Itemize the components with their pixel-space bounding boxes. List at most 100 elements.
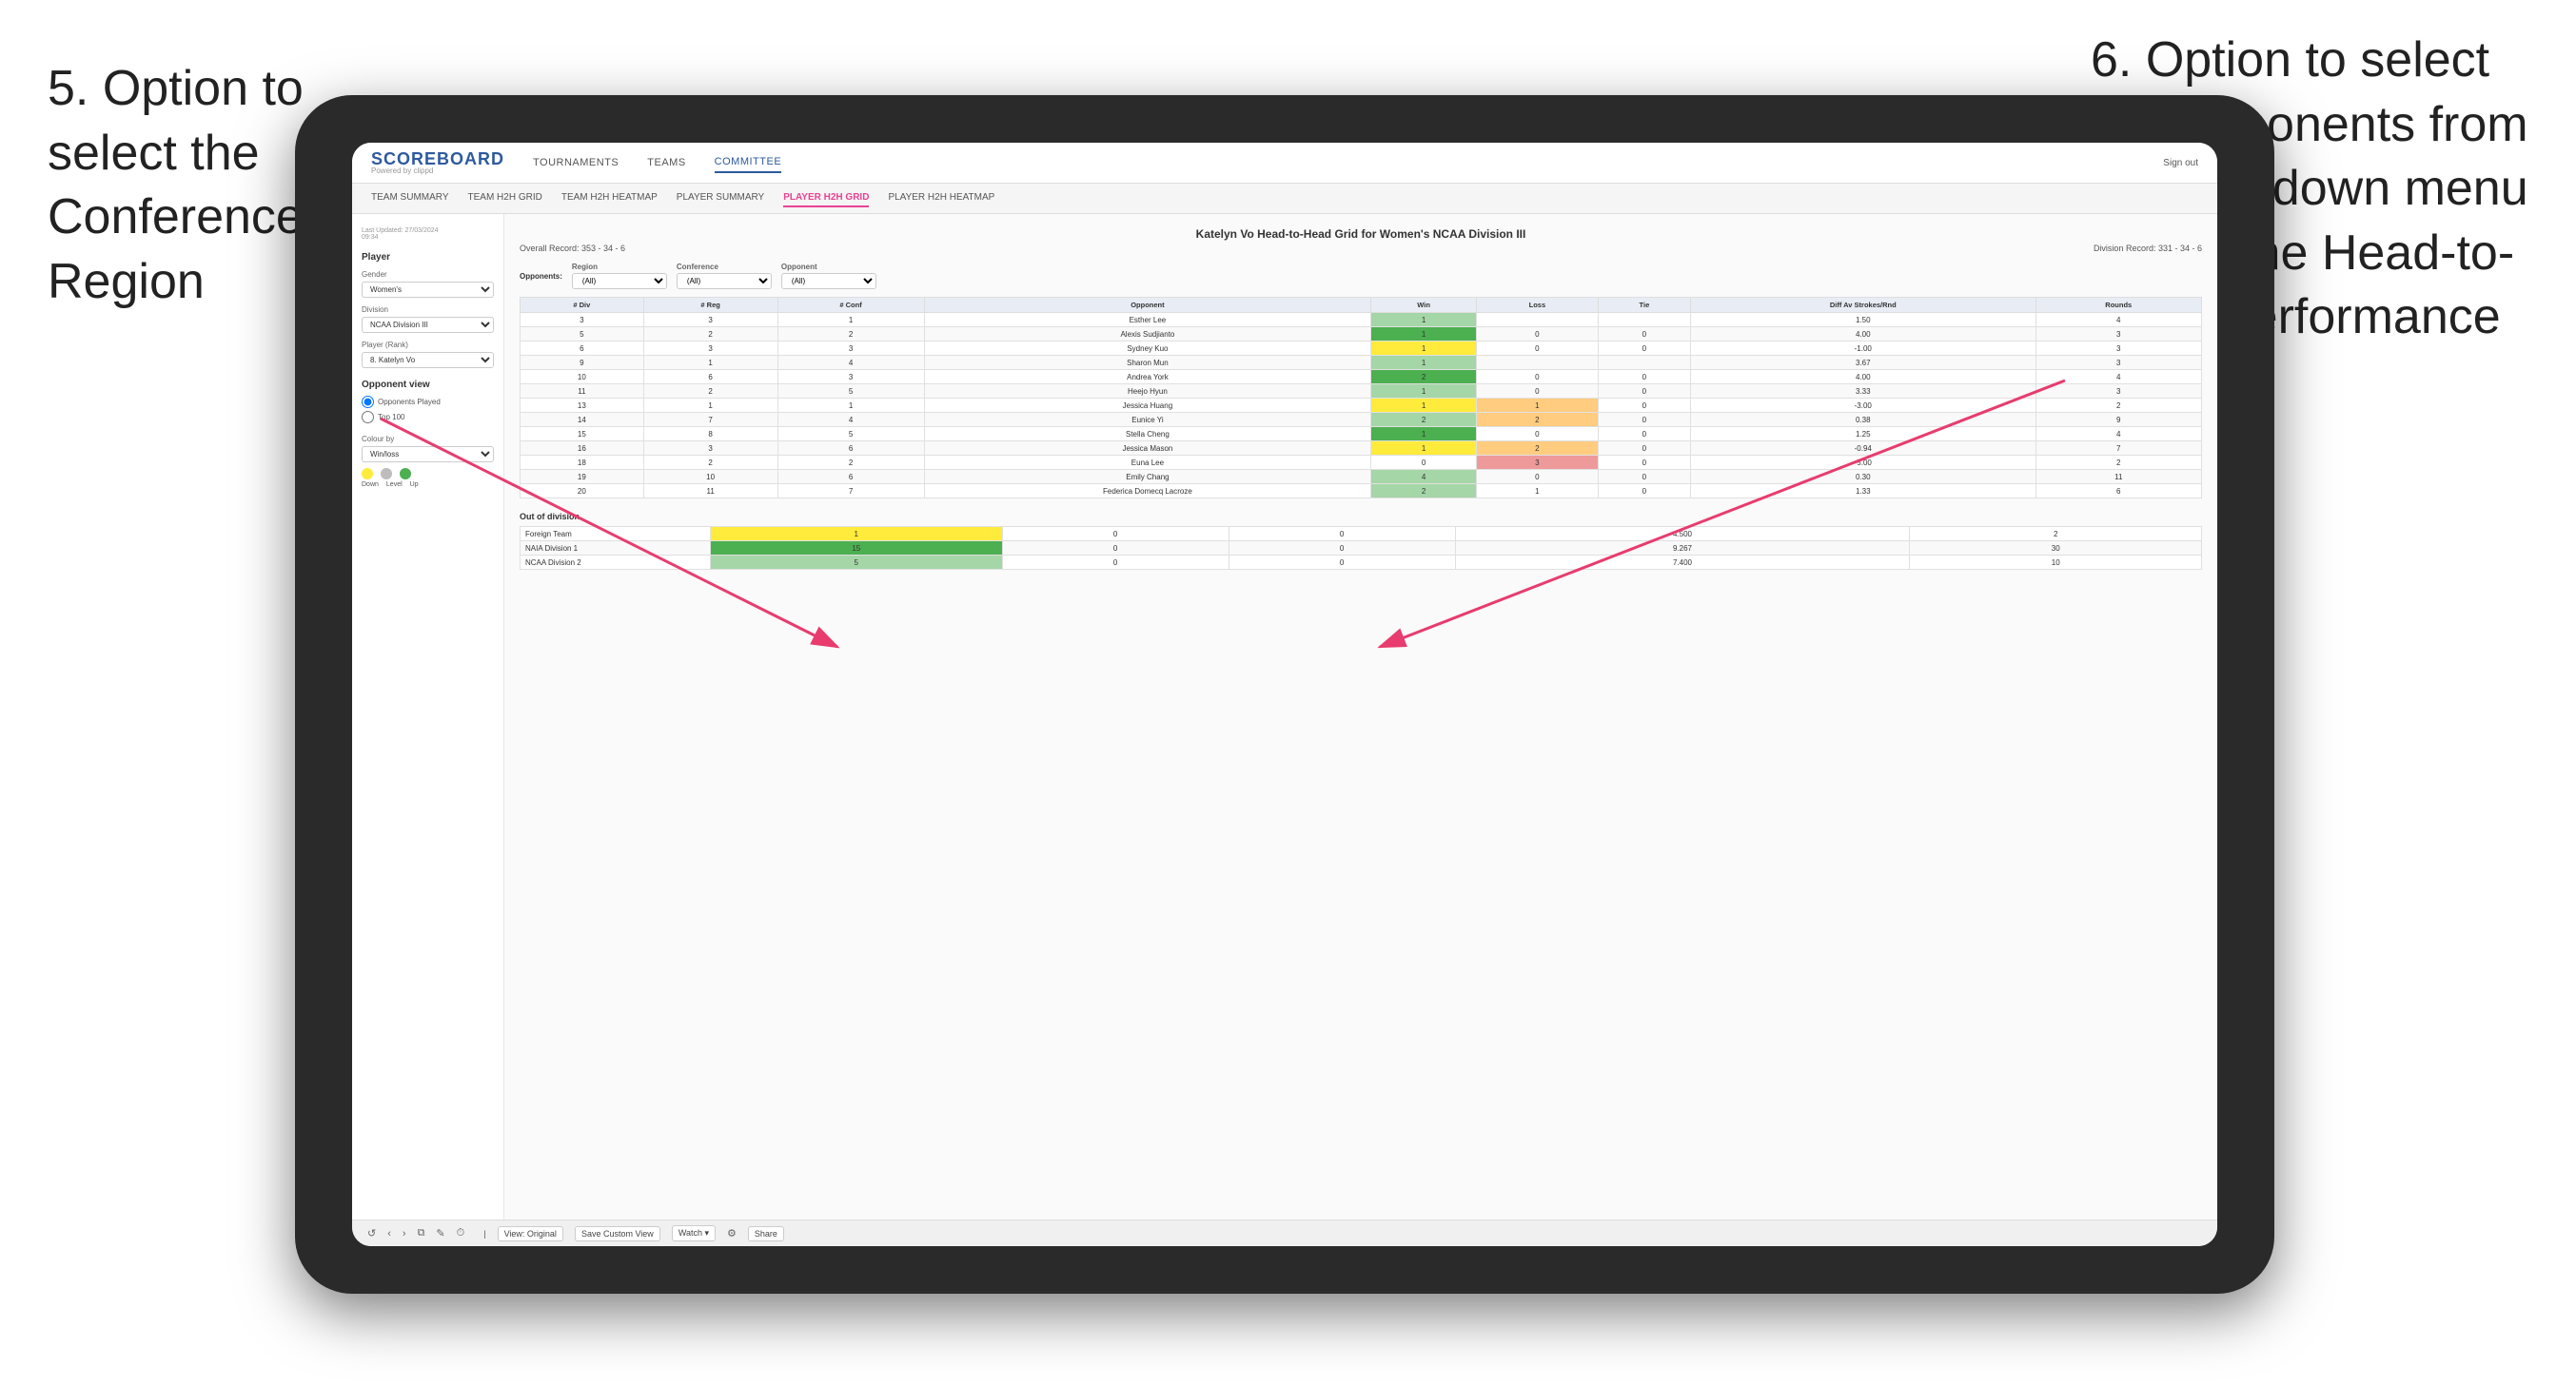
cell-diff: 3.33 — [1691, 384, 2035, 399]
cell-conf: 4 — [777, 356, 924, 370]
cell-opponent: Andrea York — [924, 370, 1371, 384]
cell-conf: 6 — [777, 441, 924, 456]
cell-loss: 0 — [1002, 541, 1229, 556]
cell-rounds: 3 — [2035, 384, 2202, 399]
division-select[interactable]: NCAA Division III NCAA Division I NCAA D… — [362, 317, 494, 333]
cell-conf: 2 — [777, 456, 924, 470]
legend-down-label: Down — [362, 481, 379, 488]
subnav-player-h2h-grid[interactable]: PLAYER H2H GRID — [783, 189, 869, 207]
sidebar-player-title: Player — [362, 252, 494, 263]
copy-icon[interactable]: ⧉ — [418, 1227, 425, 1240]
tablet-frame: SCOREBOARD Powered by clippd TOURNAMENTS… — [295, 95, 2274, 1294]
cell-opponent: NCAA Division 2 — [521, 556, 711, 570]
cell-win: 2 — [1371, 413, 1477, 427]
radio-top100-input[interactable] — [362, 411, 374, 423]
subnav-team-h2h-heatmap[interactable]: TEAM H2H HEATMAP — [561, 189, 658, 207]
opponents-label: Opponents: — [520, 272, 562, 281]
cell-opponent: Jessica Huang — [924, 399, 1371, 413]
cell-reg: 10 — [643, 470, 777, 484]
subnav-player-summary[interactable]: PLAYER SUMMARY — [677, 189, 764, 207]
subnav-player-h2h-heatmap[interactable]: PLAYER H2H HEATMAP — [888, 189, 994, 207]
colour-by-select[interactable]: Win/loss — [362, 446, 494, 462]
col-reg: # Reg — [643, 298, 777, 313]
cell-win: 2 — [1371, 484, 1477, 498]
cell-diff: -3.00 — [1691, 399, 2035, 413]
cell-diff: 4.00 — [1691, 327, 2035, 342]
nav-teams[interactable]: TEAMS — [647, 153, 685, 172]
view-original-btn[interactable]: View: Original — [498, 1226, 563, 1241]
cell-tie: 0 — [1598, 370, 1690, 384]
table-row: 19 10 6 Emily Chang 4 0 0 0.30 11 — [521, 470, 2202, 484]
cell-rounds: 30 — [1910, 541, 2202, 556]
nav-tournaments[interactable]: TOURNAMENTS — [533, 153, 619, 172]
sign-out[interactable]: Sign out — [2163, 158, 2198, 168]
back-icon[interactable]: ‹ — [387, 1228, 391, 1240]
cell-opponent: Alexis Sudjianto — [924, 327, 1371, 342]
table-row: 20 11 7 Federica Domecq Lacroze 2 1 0 1.… — [521, 484, 2202, 498]
cell-win: 1 — [1371, 427, 1477, 441]
col-tie: Tie — [1598, 298, 1690, 313]
share-btn[interactable]: Share — [748, 1226, 784, 1241]
table-row: 15 8 5 Stella Cheng 1 0 0 1.25 4 — [521, 427, 2202, 441]
cell-win: 0 — [1371, 456, 1477, 470]
nav-committee[interactable]: COMMITTEE — [715, 152, 782, 173]
legend-level — [381, 468, 392, 479]
cell-diff: 4.500 — [1455, 527, 1910, 541]
region-filter-select[interactable]: (All) — [572, 273, 667, 289]
legend-circles — [362, 468, 494, 479]
cell-win: 1 — [1371, 356, 1477, 370]
cell-div: 15 — [521, 427, 644, 441]
cell-div: 11 — [521, 384, 644, 399]
cell-win: 1 — [1371, 399, 1477, 413]
cell-reg: 3 — [643, 313, 777, 327]
undo-icon[interactable]: ↺ — [367, 1227, 376, 1240]
cell-tie: 0 — [1229, 527, 1455, 541]
out-of-division-title: Out of division — [520, 512, 2202, 521]
player-rank-select[interactable]: 8. Katelyn Vo — [362, 352, 494, 368]
radio-opponents-played[interactable]: Opponents Played — [362, 396, 494, 408]
cell-div: 18 — [521, 456, 644, 470]
cell-div: 6 — [521, 342, 644, 356]
cell-reg: 11 — [643, 484, 777, 498]
cell-reg: 1 — [643, 356, 777, 370]
cell-loss — [1476, 313, 1598, 327]
time-icon[interactable]: ⏱ — [457, 1227, 465, 1240]
settings-icon[interactable]: ⚙ — [727, 1227, 737, 1240]
legend-down — [362, 468, 373, 479]
conference-filter-select[interactable]: (All) — [677, 273, 772, 289]
radio-top100[interactable]: Top 100 — [362, 411, 494, 423]
table-row: NAIA Division 1 15 0 0 9.267 30 — [521, 541, 2202, 556]
watch-btn[interactable]: Watch ▾ — [672, 1225, 716, 1241]
subnav-team-h2h-grid[interactable]: TEAM H2H GRID — [468, 189, 542, 207]
radio-opponents-played-input[interactable] — [362, 396, 374, 408]
subnav-team-summary[interactable]: TEAM SUMMARY — [371, 189, 449, 207]
cell-diff: 0.38 — [1691, 413, 2035, 427]
opponent-filter-select[interactable]: (All) — [781, 273, 876, 289]
cell-win: 2 — [1371, 370, 1477, 384]
forward-icon[interactable]: › — [403, 1228, 406, 1240]
cell-conf: 3 — [777, 342, 924, 356]
cell-diff: -5.00 — [1691, 456, 2035, 470]
legend-up — [400, 468, 411, 479]
cell-tie: 0 — [1598, 413, 1690, 427]
table-row: Foreign Team 1 0 0 4.500 2 — [521, 527, 2202, 541]
cell-opponent: Esther Lee — [924, 313, 1371, 327]
gender-select[interactable]: Women's Men's — [362, 282, 494, 298]
cell-reg: 2 — [643, 456, 777, 470]
cell-opponent: Heejo Hyun — [924, 384, 1371, 399]
cell-opponent: Jessica Mason — [924, 441, 1371, 456]
cell-opponent: Federica Domecq Lacroze — [924, 484, 1371, 498]
tablet-screen: SCOREBOARD Powered by clippd TOURNAMENTS… — [352, 143, 2217, 1246]
gender-label: Gender — [362, 270, 494, 279]
division-label: Division — [362, 305, 494, 314]
cell-opponent: Foreign Team — [521, 527, 711, 541]
cell-reg: 6 — [643, 370, 777, 384]
edit-icon[interactable]: ✎ — [436, 1227, 444, 1240]
cell-tie: 0 — [1598, 441, 1690, 456]
cell-div: 9 — [521, 356, 644, 370]
cell-div: 19 — [521, 470, 644, 484]
main-nav: TOURNAMENTS TEAMS COMMITTEE — [533, 152, 781, 173]
cell-opponent: NAIA Division 1 — [521, 541, 711, 556]
save-custom-view-btn[interactable]: Save Custom View — [575, 1226, 660, 1241]
region-filter-group: Region (All) — [572, 263, 667, 289]
